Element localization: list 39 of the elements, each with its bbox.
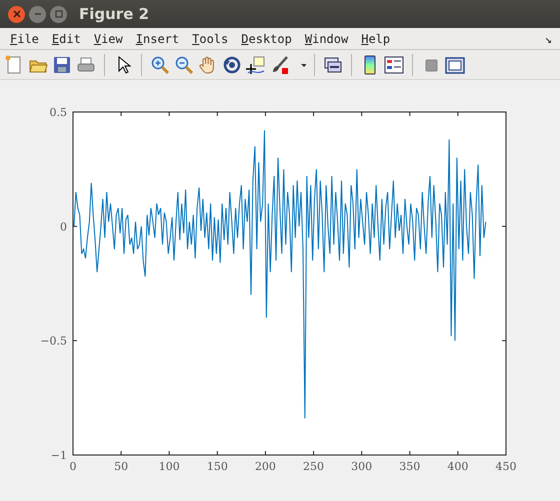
x-tick-label: 150 [206, 460, 228, 473]
brush-icon[interactable] [270, 54, 290, 74]
menu-item[interactable]: Edit [46, 30, 88, 48]
maximize-icon [54, 10, 62, 18]
x-tick-label: 0 [70, 460, 76, 473]
x-tick-label: 300 [351, 460, 372, 473]
window-title: Figure 2 [79, 4, 150, 25]
x-tick-label: 400 [447, 460, 468, 473]
menu-item[interactable]: Window [298, 30, 356, 48]
y-tick-label: 0 [60, 220, 67, 234]
data-cursor-icon[interactable] [246, 54, 266, 74]
y-tick-label: −0.5 [40, 334, 67, 348]
x-tick-label: 450 [496, 460, 516, 473]
menu-item[interactable]: Tools [186, 30, 236, 48]
x-tick-label: 50 [114, 460, 128, 473]
x-tick-label: 100 [158, 460, 180, 473]
save-icon[interactable] [52, 54, 72, 74]
y-tick-label: 0.5 [50, 106, 67, 119]
linked-windows-icon[interactable] [323, 54, 343, 74]
menu-item[interactable]: File [4, 30, 46, 48]
menu-item[interactable]: Desktop [235, 30, 299, 48]
menu-item[interactable]: View [88, 30, 130, 48]
x-tick-label: 350 [399, 460, 420, 473]
zoom-out-icon[interactable] [174, 54, 194, 74]
window-frame-icon[interactable] [445, 54, 465, 74]
menu-item[interactable]: Help [355, 30, 398, 48]
printer-icon[interactable] [76, 54, 96, 74]
minimize-button[interactable] [29, 6, 46, 22]
maximize-button[interactable] [50, 6, 67, 22]
y-tick-label: −1 [50, 449, 67, 462]
x-tick-label: 200 [254, 460, 276, 473]
close-icon [12, 10, 20, 18]
close-button[interactable] [8, 6, 25, 22]
dock-button[interactable]: ↘ [544, 30, 552, 48]
rotate-icon[interactable] [222, 54, 242, 74]
legend-icon[interactable] [384, 54, 404, 74]
x-tick-label: 250 [303, 460, 324, 473]
menu-item[interactable]: Insert [130, 30, 186, 48]
zoom-in-icon[interactable] [150, 54, 170, 74]
